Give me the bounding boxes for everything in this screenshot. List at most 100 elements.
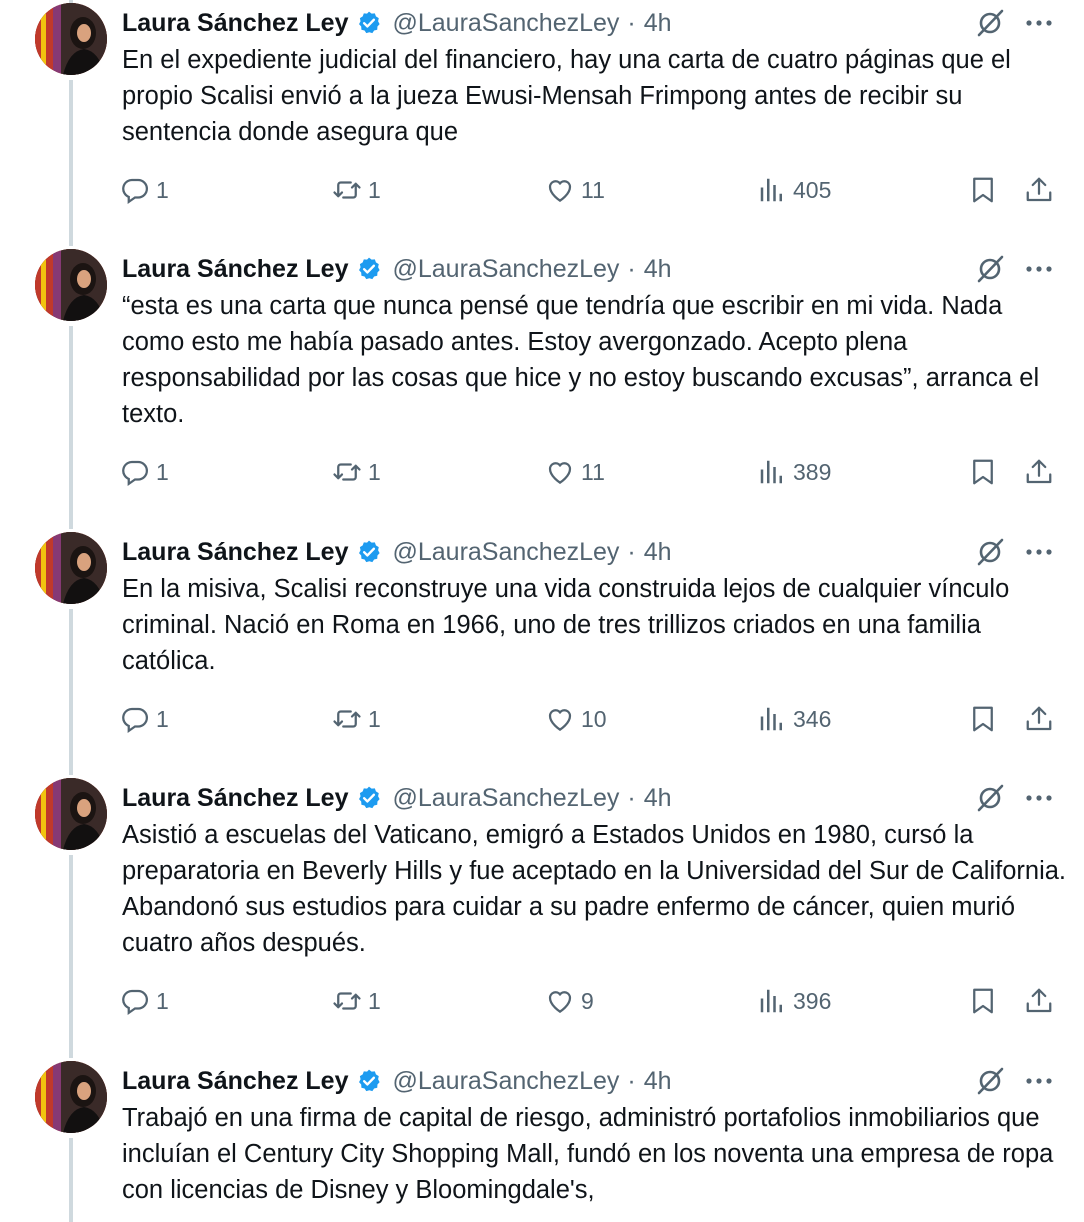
grok-icon[interactable] <box>974 1065 1006 1097</box>
author-handle[interactable]: @LauraSanchezLey <box>392 538 619 567</box>
reply-count: 1 <box>156 176 169 203</box>
author-handle[interactable]: @LauraSanchezLey <box>392 784 619 813</box>
more-icon[interactable] <box>1024 11 1054 35</box>
timestamp[interactable]: 4h <box>644 9 672 38</box>
author-name[interactable]: Laura Sánchez Ley <box>122 9 348 38</box>
tweet-header: Laura Sánchez Ley @LauraSanchezLey · 4h <box>122 252 672 286</box>
author-name[interactable]: Laura Sánchez Ley <box>122 538 348 567</box>
avatar[interactable] <box>35 249 107 321</box>
author-handle[interactable]: @LauraSanchezLey <box>392 1067 619 1096</box>
retweet-icon <box>333 710 361 728</box>
tweet[interactable]: Laura Sánchez Ley @LauraSanchezLey · 4h … <box>0 1061 1084 1222</box>
bookmark-icon <box>973 459 993 485</box>
share-icon <box>1026 459 1052 484</box>
bookmark-button[interactable] <box>968 981 998 1021</box>
action-bar: 1 1 10 346 <box>0 699 1084 739</box>
like-button[interactable]: 11 <box>545 452 605 492</box>
grok-icon[interactable] <box>974 7 1006 39</box>
like-button[interactable]: 10 <box>545 699 607 739</box>
tweet-header: Laura Sánchez Ley @LauraSanchezLey · 4h <box>122 535 672 569</box>
views-button[interactable]: 405 <box>757 170 831 210</box>
like-button[interactable]: 9 <box>545 981 594 1021</box>
views-icon <box>760 989 782 1013</box>
tweet[interactable]: Laura Sánchez Ley @LauraSanchezLey · 4h … <box>0 778 1084 1055</box>
retweet-count: 1 <box>368 705 381 732</box>
retweet-button[interactable]: 1 <box>332 981 381 1021</box>
retweet-button[interactable]: 1 <box>332 699 381 739</box>
timestamp[interactable]: 4h <box>644 1067 672 1096</box>
views-button[interactable]: 389 <box>757 452 831 492</box>
verified-badge-icon[interactable] <box>356 10 382 36</box>
retweet-button[interactable]: 1 <box>332 170 381 210</box>
share-icon <box>1026 706 1052 731</box>
more-icon[interactable] <box>1024 540 1054 564</box>
tweet-header: Laura Sánchez Ley @LauraSanchezLey · 4h <box>122 1064 672 1098</box>
avatar[interactable] <box>35 778 107 850</box>
timestamp[interactable]: 4h <box>644 784 672 813</box>
author-name[interactable]: Laura Sánchez Ley <box>122 784 348 813</box>
views-count: 405 <box>793 176 832 203</box>
reply-button[interactable]: 1 <box>120 699 169 739</box>
verified-badge-icon[interactable] <box>356 785 382 811</box>
like-icon <box>548 709 572 731</box>
retweet-button[interactable]: 1 <box>332 452 381 492</box>
reply-button[interactable]: 1 <box>120 452 169 492</box>
avatar-photo <box>35 778 107 850</box>
share-button[interactable] <box>1024 981 1054 1021</box>
verified-badge-icon[interactable] <box>356 1068 382 1094</box>
bookmark-button[interactable] <box>968 699 998 739</box>
grok-icon[interactable] <box>974 253 1006 285</box>
share-button[interactable] <box>1024 452 1054 492</box>
retweet-count: 1 <box>368 987 381 1014</box>
bookmark-button[interactable] <box>968 170 998 210</box>
views-icon <box>760 460 782 484</box>
tweet[interactable]: Laura Sánchez Ley @LauraSanchezLey · 4h … <box>0 249 1084 526</box>
more-icon[interactable] <box>1024 257 1054 281</box>
views-icon <box>760 707 782 731</box>
author-handle[interactable]: @LauraSanchezLey <box>392 255 619 284</box>
avatar[interactable] <box>35 1061 107 1133</box>
tweet[interactable]: Laura Sánchez Ley @LauraSanchezLey · 4h … <box>0 3 1084 243</box>
verified-badge-icon[interactable] <box>356 539 382 565</box>
like-icon <box>548 462 572 484</box>
more-icon[interactable] <box>1024 1069 1054 1093</box>
bookmark-icon <box>973 988 993 1014</box>
share-icon <box>1026 988 1052 1013</box>
reply-count: 1 <box>156 987 169 1014</box>
author-name[interactable]: Laura Sánchez Ley <box>122 1067 348 1096</box>
share-button[interactable] <box>1024 170 1054 210</box>
author-name[interactable]: Laura Sánchez Ley <box>122 255 348 284</box>
reply-count: 1 <box>156 458 169 485</box>
reply-count: 1 <box>156 705 169 732</box>
reply-button[interactable]: 1 <box>120 170 169 210</box>
tweet-text: Asistió a escuelas del Vaticano, emigró … <box>122 821 1067 957</box>
more-icon[interactable] <box>1024 786 1054 810</box>
timestamp[interactable]: 4h <box>644 538 672 567</box>
grok-icon[interactable] <box>974 782 1006 814</box>
tweet-text: En el expediente judicial del financiero… <box>122 46 1011 146</box>
separator-dot: · <box>627 537 636 566</box>
retweet-icon <box>333 181 361 199</box>
avatar[interactable] <box>35 3 107 75</box>
timestamp[interactable]: 4h <box>644 255 672 284</box>
separator-dot: · <box>627 1066 636 1095</box>
tweet[interactable]: Laura Sánchez Ley @LauraSanchezLey · 4h … <box>0 532 1084 772</box>
tweet-text: En la misiva, Scalisi reconstruye una vi… <box>122 575 1010 675</box>
bookmark-button[interactable] <box>968 452 998 492</box>
grok-icon[interactable] <box>974 536 1006 568</box>
share-button[interactable] <box>1024 699 1054 739</box>
avatar-photo <box>35 249 107 321</box>
reply-icon <box>122 178 148 205</box>
like-button[interactable]: 11 <box>545 170 605 210</box>
like-count: 11 <box>581 458 605 485</box>
reply-button[interactable]: 1 <box>120 981 169 1021</box>
views-button[interactable]: 396 <box>757 981 831 1021</box>
bookmark-icon <box>973 177 993 203</box>
separator-dot: · <box>627 783 636 812</box>
views-button[interactable]: 346 <box>757 699 831 739</box>
avatar[interactable] <box>35 532 107 604</box>
retweet-icon <box>333 992 361 1010</box>
verified-badge-icon[interactable] <box>356 256 382 282</box>
author-handle[interactable]: @LauraSanchezLey <box>392 9 619 38</box>
avatar-photo <box>35 532 107 604</box>
